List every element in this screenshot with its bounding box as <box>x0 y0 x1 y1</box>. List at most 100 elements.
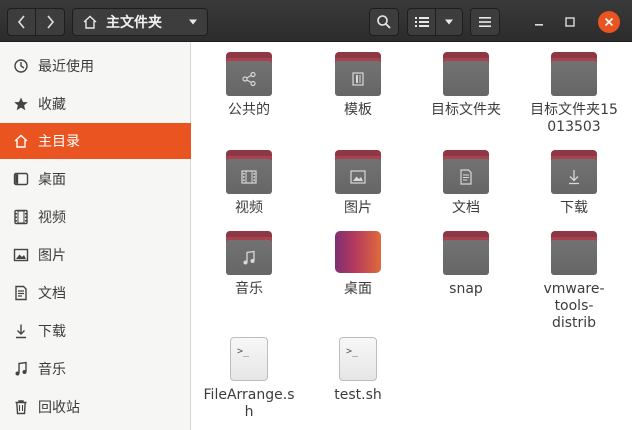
folder-icon <box>443 231 489 275</box>
sidebar-item-label: 音乐 <box>38 362 66 378</box>
document-icon <box>13 285 29 301</box>
sidebar-item-pictures[interactable]: 图片 <box>0 237 191 273</box>
folder-icon <box>335 150 381 194</box>
file-name: test.sh <box>334 387 382 403</box>
folder-icon <box>551 52 597 96</box>
file-name: FileArrange.sh <box>203 387 295 420</box>
hamburger-icon <box>479 17 491 27</box>
sidebar-item-home[interactable]: 主目录 <box>0 123 191 159</box>
share-icon <box>242 71 256 86</box>
sidebar-item-label: 主目录 <box>38 134 80 150</box>
close-icon <box>604 17 614 27</box>
terminal-icon: >_ <box>346 346 359 357</box>
file-item-templates[interactable]: 模板 <box>308 52 408 119</box>
list-view-button[interactable] <box>407 8 436 36</box>
file-name: 目标文件夹 <box>431 102 501 118</box>
file-name: 图片 <box>344 200 372 216</box>
caret-down-icon <box>189 19 197 25</box>
close-button[interactable] <box>598 11 620 33</box>
file-name: 目标文件夹15013503 <box>530 102 618 135</box>
file-item-downloads[interactable]: 下载 <box>524 150 624 217</box>
template-icon <box>352 71 364 86</box>
film-icon <box>13 209 29 225</box>
folder-icon <box>226 150 272 194</box>
desktop-icon <box>13 171 29 187</box>
chevron-right-icon <box>47 15 55 29</box>
file-item-test-sh[interactable]: >_ test.sh <box>308 337 408 404</box>
view-options-button[interactable] <box>435 8 463 36</box>
file-item-filearrange-sh[interactable]: >_ FileArrange.sh <box>199 337 299 421</box>
file-name: 公共的 <box>228 102 270 118</box>
shell-script-icon: >_ <box>339 337 377 381</box>
star-icon <box>13 96 29 112</box>
maximize-icon <box>565 17 575 27</box>
path-label: 主文件夹 <box>106 15 162 31</box>
folder-icon <box>443 150 489 194</box>
hamburger-menu-button[interactable] <box>470 8 500 36</box>
file-item-snap[interactable]: snap <box>416 231 516 298</box>
search-icon <box>377 15 391 29</box>
search-button[interactable] <box>369 8 399 36</box>
file-item-documents[interactable]: 文档 <box>416 150 516 217</box>
music-icon <box>13 361 29 377</box>
sidebar-item-trash[interactable]: 回收站 <box>0 389 191 425</box>
sidebar-item-desktop[interactable]: 桌面 <box>0 161 191 197</box>
file-item-videos[interactable]: 视频 <box>199 150 299 217</box>
header-bar: 主文件夹 <box>0 0 632 42</box>
clock-icon <box>13 58 29 74</box>
film-icon <box>241 169 257 184</box>
file-name: 音乐 <box>235 281 263 297</box>
file-name: snap <box>449 281 483 297</box>
trash-icon <box>13 399 29 415</box>
file-item-public[interactable]: 公共的 <box>199 52 299 119</box>
file-item-desktop[interactable]: 桌面 <box>308 231 408 298</box>
file-name: 文档 <box>452 200 480 216</box>
minimize-icon <box>535 24 543 26</box>
file-name: 视频 <box>235 200 263 216</box>
document-icon <box>460 168 472 185</box>
shell-script-icon: >_ <box>230 337 268 381</box>
places-sidebar: 最近使用 收藏 主目录 桌面 视频 图片 文档 下载 音乐 回收站 <box>0 42 191 430</box>
sidebar-item-label: 视频 <box>38 210 66 226</box>
back-button[interactable] <box>7 8 36 36</box>
sidebar-item-downloads[interactable]: 下载 <box>0 313 191 349</box>
desktop-folder-icon <box>335 231 381 273</box>
sidebar-item-label: 下载 <box>38 324 66 340</box>
download-icon <box>13 323 29 339</box>
sidebar-item-documents[interactable]: 文档 <box>0 275 191 311</box>
folder-icon <box>335 52 381 96</box>
music-icon <box>243 250 255 264</box>
sidebar-item-label: 文档 <box>38 286 66 302</box>
path-bar-button[interactable]: 主文件夹 <box>72 8 208 36</box>
file-item-target-folder[interactable]: 目标文件夹 <box>416 52 516 119</box>
sidebar-item-label: 桌面 <box>38 172 66 188</box>
maximize-button[interactable] <box>559 11 581 33</box>
list-view-icon <box>414 17 429 27</box>
sidebar-item-label: 图片 <box>38 248 66 264</box>
file-name: 模板 <box>344 102 372 118</box>
file-item-target-folder-15013503[interactable]: 目标文件夹15013503 <box>524 52 624 136</box>
sidebar-item-label: 收藏 <box>38 97 66 113</box>
folder-icon <box>226 231 272 275</box>
file-item-vmware-tools-distrib[interactable]: vmware-tools-distrib <box>524 231 624 332</box>
image-icon <box>13 247 29 263</box>
sidebar-item-music[interactable]: 音乐 <box>0 351 191 387</box>
folder-icon <box>226 52 272 96</box>
minimize-button[interactable] <box>528 11 550 33</box>
file-item-music[interactable]: 音乐 <box>199 231 299 298</box>
caret-down-icon <box>445 19 453 25</box>
sidebar-item-label: 最近使用 <box>38 59 94 75</box>
sidebar-item-label: 回收站 <box>38 400 80 416</box>
sidebar-item-starred[interactable]: 收藏 <box>0 86 191 122</box>
home-icon <box>83 15 97 29</box>
folder-icon <box>443 52 489 96</box>
sidebar-item-recent[interactable]: 最近使用 <box>0 48 191 84</box>
file-name: 桌面 <box>344 281 372 297</box>
download-icon <box>569 169 579 184</box>
home-icon <box>13 133 29 149</box>
sidebar-item-videos[interactable]: 视频 <box>0 199 191 235</box>
file-item-pictures[interactable]: 图片 <box>308 150 408 217</box>
file-name: 下载 <box>560 200 588 216</box>
folder-icon <box>551 231 597 275</box>
forward-button[interactable] <box>35 8 65 36</box>
